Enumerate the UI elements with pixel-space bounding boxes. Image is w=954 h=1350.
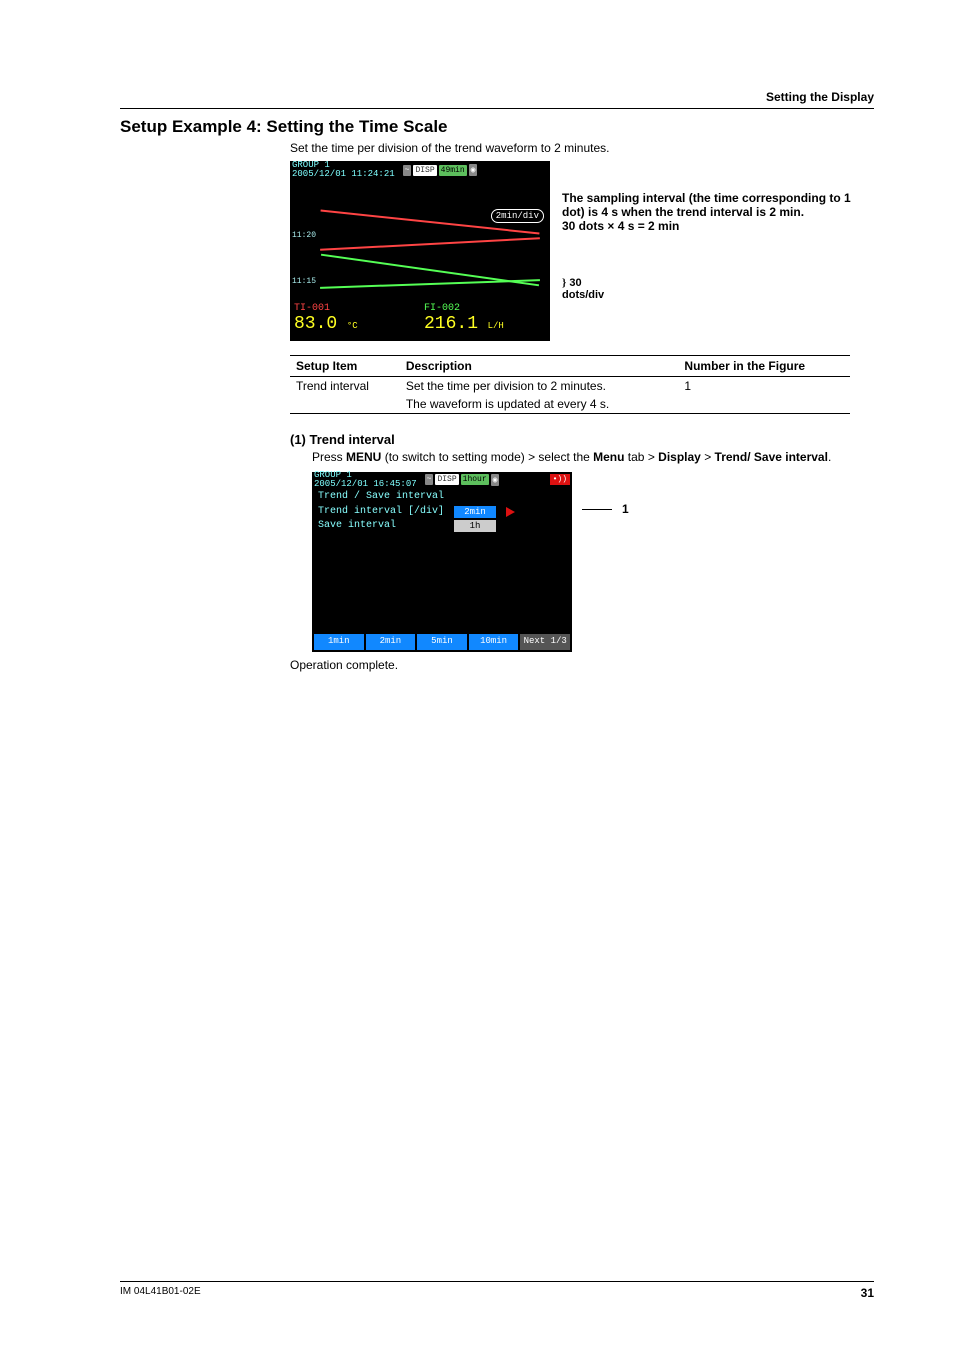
settings-screenshot: GROUP 1 2005/12/01 16:45:07 ~ DISP 1hour… bbox=[312, 472, 572, 652]
th-number: Number in the Figure bbox=[678, 356, 850, 377]
sampling-note: The sampling interval (the time correspo… bbox=[562, 191, 862, 233]
ch2-unit: L/H bbox=[488, 321, 504, 331]
softkey-1min[interactable]: 1min bbox=[314, 634, 364, 650]
ch2-value: 216.1 bbox=[424, 314, 478, 334]
th-setup-item: Setup Item bbox=[290, 356, 400, 377]
time-tick-2: 11:15 bbox=[292, 277, 316, 286]
camera-icon: ◉ bbox=[469, 164, 478, 176]
td-desc-1: Set the time per division to 2 minutes. bbox=[400, 377, 679, 396]
td-item: Trend interval bbox=[290, 377, 400, 396]
rate-badge-2: 1hour bbox=[461, 474, 489, 485]
ch1-unit: °C bbox=[347, 321, 358, 331]
wave-icon: ~ bbox=[403, 165, 412, 176]
time-tick-1: 11:20 bbox=[292, 231, 316, 240]
softkey-bar: 1min 2min 5min 10min Next 1/3 bbox=[312, 634, 572, 652]
sub-heading: (1) Trend interval bbox=[290, 432, 874, 447]
td-empty bbox=[290, 395, 400, 414]
pane-title: Trend / Save interval bbox=[312, 488, 572, 505]
ch1-name: TI-001 bbox=[294, 303, 416, 314]
timediv-bubble: 2min/div bbox=[491, 209, 544, 223]
row1-value[interactable]: 2min bbox=[454, 506, 496, 518]
header-rule bbox=[120, 108, 874, 109]
row2-label: Save interval bbox=[318, 520, 448, 531]
softkey-10min[interactable]: 10min bbox=[469, 634, 519, 650]
waveform-red-2 bbox=[320, 237, 540, 251]
setup-item-table: Setup Item Description Number in the Fig… bbox=[290, 355, 850, 414]
td-num: 1 bbox=[678, 377, 850, 396]
wave-icon-2: ~ bbox=[425, 474, 434, 485]
dots-per-div-label: } 30 dots/div bbox=[562, 277, 604, 301]
operation-complete: Operation complete. bbox=[290, 658, 874, 672]
td-desc-2: The waveform is updated at every 4 s. bbox=[400, 395, 679, 414]
ch1-value: 83.0 bbox=[294, 314, 337, 334]
camera-icon-2: ◉ bbox=[491, 474, 500, 486]
disp-badge: DISP bbox=[413, 165, 436, 176]
page-number: 31 bbox=[861, 1286, 874, 1300]
softkey-next[interactable]: Next 1/3 bbox=[520, 634, 570, 650]
running-head: Setting the Display bbox=[120, 90, 874, 108]
doc-id: IM 04L41B01-02E bbox=[120, 1286, 201, 1300]
ch2-name: FI-002 bbox=[424, 303, 546, 314]
disp-badge-2: DISP bbox=[435, 474, 458, 485]
fig1-timestamp: 2005/12/01 11:24:21 bbox=[292, 169, 395, 179]
softkey-2min[interactable]: 2min bbox=[366, 634, 416, 650]
section-heading: Setup Example 4: Setting the Time Scale bbox=[120, 117, 874, 137]
rate-badge: 49min bbox=[439, 165, 467, 176]
arrow-icon bbox=[506, 507, 515, 517]
callout-leader bbox=[582, 509, 612, 510]
sound-icon: •)) bbox=[550, 474, 570, 485]
fig2-timestamp: 2005/12/01 16:45:07 bbox=[314, 479, 417, 489]
trend-screenshot: GROUP 1 2005/12/01 11:24:21 ~ DISP 49min… bbox=[290, 161, 550, 341]
sub-instruction: Press MENU (to switch to setting mode) >… bbox=[312, 449, 874, 466]
intro-text: Set the time per division of the trend w… bbox=[290, 141, 874, 155]
row2-value[interactable]: 1h bbox=[454, 520, 496, 532]
softkey-5min[interactable]: 5min bbox=[417, 634, 467, 650]
row1-label: Trend interval [/div] bbox=[318, 506, 448, 517]
td-empty2 bbox=[678, 395, 850, 414]
waveform-green-2 bbox=[320, 279, 540, 289]
callout-number: 1 bbox=[622, 502, 629, 516]
th-description: Description bbox=[400, 356, 679, 377]
